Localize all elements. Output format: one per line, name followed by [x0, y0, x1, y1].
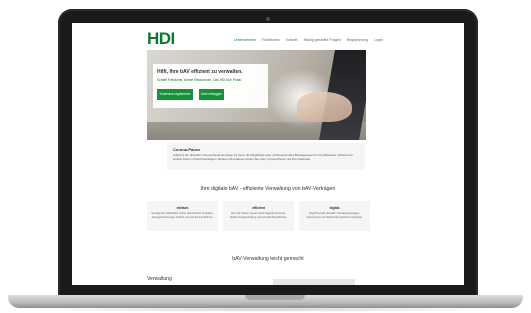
hero-card: Hilft, Ihre bAV effizient zu verwalten. …	[153, 64, 268, 108]
nav-item-funktionen[interactable]: Funktionen	[262, 38, 280, 43]
header: HDI Unternehmen Funktionen Vorteile Häuf…	[72, 23, 464, 49]
section-title-2: bAV-Verwaltung leicht gemacht	[232, 256, 304, 262]
hero-hand-image	[297, 92, 352, 122]
bottom-preview-bar	[273, 279, 355, 285]
hero-title: Hilft, Ihre bAV effizient zu verwalten.	[157, 69, 243, 75]
corona-notice: Corona-Pause Aufgrund der aktuellen Coro…	[167, 143, 365, 170]
feature-text: Verträge der Mitarbeiter online übersich…	[151, 212, 214, 219]
corona-title: Corona-Pause	[173, 147, 201, 152]
nav-item-registrierung[interactable]: Registrierung	[347, 38, 368, 43]
camera-icon	[266, 17, 270, 21]
feature-card-effizient: effizient Zeit und Kosten sparen durch d…	[223, 201, 294, 231]
laptop-base	[8, 295, 523, 308]
verwaltung-heading: Verwaltung	[147, 276, 172, 282]
nav-item-vorteile[interactable]: Vorteile	[286, 38, 298, 43]
main-nav: Unternehmen Funktionen Vorteile Häufig g…	[234, 38, 383, 43]
hero-banner: Hilft, Ihre bAV effizient zu verwalten. …	[147, 50, 366, 140]
laptop-notch	[245, 295, 305, 300]
feature-card-einfach: einfach Verträge der Mitarbeiter online …	[147, 201, 218, 231]
login-button[interactable]: Jetzt einloggen	[199, 89, 224, 100]
nav-item-login[interactable]: Login	[374, 38, 383, 43]
feature-title: effizient	[252, 206, 265, 210]
website-screen: HDI Unternehmen Funktionen Vorteile Häuf…	[72, 23, 464, 285]
feature-text: Zeit und Kosten sparen durch digitale Pr…	[230, 212, 287, 219]
section-title: Ihre digitale bAV - effiziente Verwaltun…	[200, 186, 336, 192]
hdi-logo[interactable]: HDI	[147, 30, 175, 47]
nav-item-unternehmen[interactable]: Unternehmen	[234, 38, 256, 43]
feature-card-digital: digital Zugriff auf alle aktuellen Vertr…	[299, 201, 370, 231]
feature-text: Zugriff auf alle aktuellen Vertragsunter…	[306, 212, 363, 219]
register-button[interactable]: Kostenlos registrieren	[157, 89, 193, 100]
feature-title: digital	[329, 206, 340, 210]
feature-title: einfach	[176, 206, 189, 210]
hero-subtitle: Schafft Freiräume, sichert Ressourcen. D…	[157, 78, 242, 82]
nav-item-faq[interactable]: Häufig gestellte Fragen	[304, 38, 341, 43]
corona-text: Aufgrund der aktuellen Corona-Pandemie b…	[173, 153, 353, 161]
